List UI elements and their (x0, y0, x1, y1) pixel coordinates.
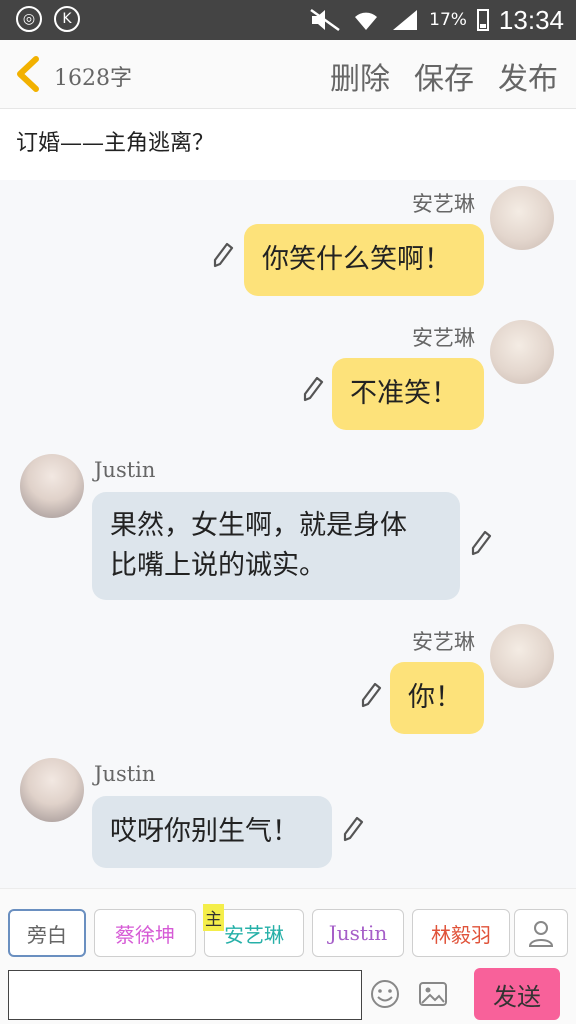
notification-icon: ◎ (16, 6, 42, 32)
speaker-name: 安艺琳 (412, 326, 475, 350)
wifi-icon (355, 12, 378, 30)
character-label: 旁白 (27, 922, 67, 947)
signal-icon (393, 10, 418, 30)
avatar[interactable] (490, 186, 554, 250)
toolbar-actions: 删除 保存 发布 (330, 54, 558, 98)
speaker-name: 安艺琳 (412, 630, 475, 654)
speaker-name: Justin (94, 458, 156, 482)
mute-icon (310, 8, 340, 32)
message-text: 不准笑！ (350, 378, 458, 409)
k-app-icon: K (54, 6, 80, 32)
send-button[interactable]: 发送 (474, 968, 560, 1020)
character-label: 安艺琳 (224, 922, 284, 947)
character-chip-caixukun[interactable]: 蔡徐坤 (94, 909, 196, 957)
back-arrow-icon[interactable] (14, 56, 44, 92)
publish-button[interactable]: 发布 (498, 54, 558, 98)
message-input[interactable] (8, 970, 362, 1020)
character-chip-anyilin[interactable]: 主 安艺琳 (203, 904, 304, 957)
message-text: 你！ (408, 682, 462, 713)
battery-icon (476, 9, 489, 31)
avatar[interactable] (490, 624, 554, 688)
status-bar: ◎ K 17% 13:34 (0, 0, 576, 40)
edit-pencil-icon[interactable] (212, 242, 234, 268)
avatar[interactable] (490, 320, 554, 384)
message-text: 哎呀你别生气！ (110, 816, 299, 847)
status-right: 17% 13:34 (309, 0, 564, 40)
editor-toolbar: 1628字 删除 保存 发布 (0, 40, 576, 109)
speaker-name: 安艺琳 (412, 192, 475, 216)
chat-area[interactable]: 安艺琳 你笑什么笑啊！ 安艺琳 不准笑！ Justin 果然，女生啊，就是身体 … (0, 180, 576, 888)
avatar[interactable] (20, 454, 84, 518)
message-text-line: 比嘴上说的诚实。 (110, 550, 326, 581)
status-left-icons: ◎ K (16, 6, 80, 32)
message-bubble[interactable]: 你！ (390, 662, 484, 734)
message-bubble[interactable]: 果然，女生啊，就是身体 比嘴上说的诚实。 (92, 492, 460, 600)
manage-characters-button[interactable] (514, 909, 568, 957)
battery-percent: 17% (429, 10, 467, 30)
message-bubble[interactable]: 哎呀你别生气！ (92, 796, 332, 868)
character-chip-justin[interactable]: Justin (312, 909, 404, 957)
character-selector: 旁白 蔡徐坤 主 安艺琳 Justin 林毅羽 (0, 888, 576, 967)
edit-pencil-icon[interactable] (342, 816, 364, 842)
word-count: 1628字 (54, 66, 132, 91)
message-bubble[interactable]: 你笑什么笑啊！ (244, 224, 484, 296)
delete-button[interactable]: 删除 (330, 54, 390, 98)
avatar[interactable] (20, 758, 84, 822)
edit-pencil-icon[interactable] (302, 376, 324, 402)
message-bubble[interactable]: 不准笑！ (332, 358, 484, 430)
save-button[interactable]: 保存 (414, 54, 474, 98)
chapter-title: 订婚——主角逃离？ (16, 131, 215, 156)
chapter-title-row[interactable]: 订婚——主角逃离？ (0, 109, 576, 179)
user-icon (528, 921, 554, 947)
image-icon[interactable] (418, 979, 448, 1009)
edit-pencil-icon[interactable] (360, 682, 382, 708)
message-text: 你笑什么笑啊！ (262, 244, 451, 275)
character-label: Justin (328, 921, 388, 945)
input-bar: 发送 (0, 966, 576, 1024)
clock: 13:34 (498, 4, 564, 35)
speaker-name: Justin (94, 762, 156, 786)
character-label: 蔡徐坤 (115, 922, 175, 947)
emoji-icon[interactable] (370, 979, 400, 1009)
send-label: 发送 (493, 982, 541, 1011)
character-chip-narrator[interactable]: 旁白 (8, 909, 86, 957)
edit-pencil-icon[interactable] (470, 530, 492, 556)
character-chip-linyiyu[interactable]: 林毅羽 (412, 909, 510, 957)
character-label: 林毅羽 (431, 922, 491, 947)
main-character-badge: 主 (203, 904, 224, 931)
message-text-line: 果然，女生啊，就是身体 (110, 510, 407, 541)
